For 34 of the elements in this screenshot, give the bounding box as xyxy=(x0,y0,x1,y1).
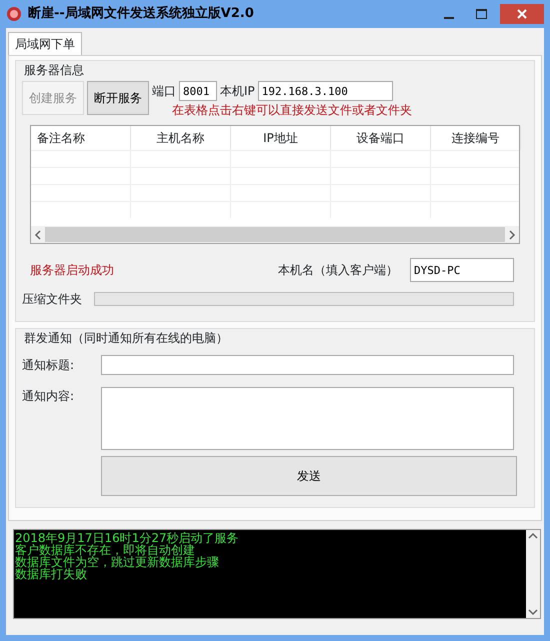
log-line: 数据库文件为空，跳过更新数据库步骤 xyxy=(15,556,220,568)
close-icon xyxy=(517,9,527,19)
field-label: 本机名（填入客户端） xyxy=(278,262,398,279)
hint-text: 在表格点击右键可以直接发送文件或者文件夹 xyxy=(172,102,412,119)
status-text: 服务器启动成功 xyxy=(30,262,115,279)
column-header[interactable]: 设备端口 xyxy=(331,126,431,150)
content-field[interactable] xyxy=(101,387,514,450)
send-button[interactable]: 发送 xyxy=(101,456,517,496)
column-header[interactable]: 备注名称 xyxy=(31,126,131,150)
field-label: 端口 xyxy=(152,83,176,100)
close-button[interactable] xyxy=(500,4,544,24)
minimize-icon xyxy=(444,17,454,19)
hostname-field[interactable]: DYSD-PC xyxy=(410,258,514,282)
group-title: 群发通知（同时通知所有在线的电脑） xyxy=(24,330,229,347)
column-header[interactable]: IP地址 xyxy=(231,126,331,150)
log-line: 数据库打失败 xyxy=(15,568,88,580)
log-line: 客户数据库不存在，即将自动创建 xyxy=(15,544,195,556)
field-label: 本机IP xyxy=(220,83,255,100)
tab[interactable]: 局域网下单 xyxy=(8,32,82,55)
ip-field[interactable]: 192.168.3.100 xyxy=(258,81,393,101)
field-label: 通知标题: xyxy=(22,357,76,374)
group-title: 服务器信息 xyxy=(24,62,85,79)
scrollbar-thumb[interactable] xyxy=(45,227,505,242)
window-title: 断崖--局域网文件发送系统独立版V2.0 xyxy=(28,4,255,24)
log-line: 2018年9月17日16时1分27秒启动了服务 xyxy=(15,532,240,544)
service-button[interactable]: 断开服务 xyxy=(87,81,149,115)
title-field[interactable] xyxy=(101,355,514,375)
column-header[interactable]: 主机名称 xyxy=(131,126,231,150)
maximize-icon xyxy=(476,9,486,19)
field-label: 压缩文件夹 xyxy=(22,291,82,308)
port-field[interactable]: 8001 xyxy=(179,81,217,101)
column-header[interactable]: 连接编号 xyxy=(431,126,521,150)
app-icon xyxy=(6,6,22,22)
field-label: 通知内容: xyxy=(22,388,76,405)
